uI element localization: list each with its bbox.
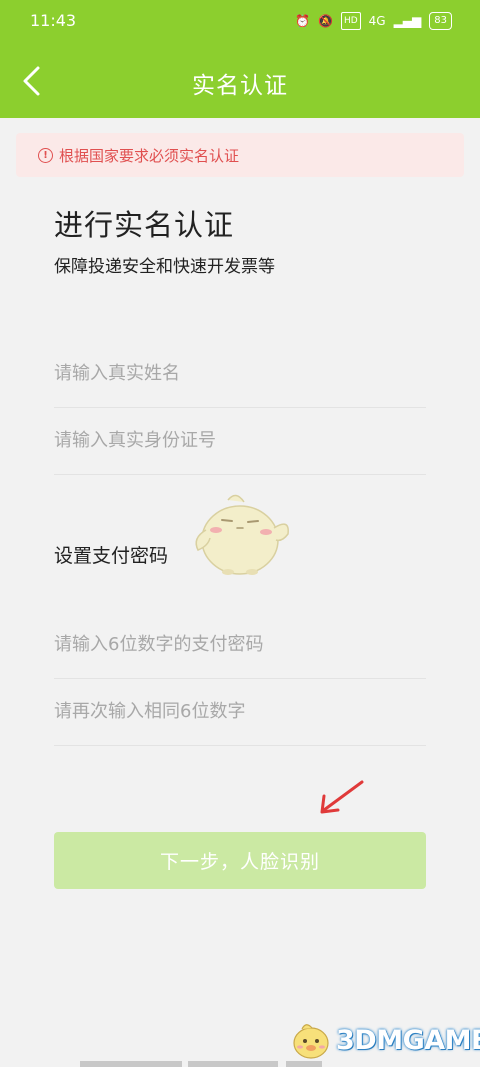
mascot-sticker-icon [188, 488, 294, 584]
payment-password-input[interactable] [54, 611, 426, 678]
battery-icon: 83 [429, 12, 452, 30]
next-face-recognition-button[interactable]: 下一步，人脸识别 [54, 832, 426, 889]
nav-bar-segment-mid [188, 1061, 278, 1067]
payment-password-field[interactable] [54, 611, 426, 679]
red-arrow-annotation-icon [318, 778, 366, 820]
mute-icon: 🔕 [317, 14, 333, 28]
name-field[interactable] [54, 340, 426, 408]
id-number-input[interactable] [54, 407, 426, 474]
status-bar: 11:43 ⏰ 🔕 HD 4G ▂▄▆ 83 [0, 0, 480, 44]
signal-label: 4G [368, 14, 386, 28]
status-icons: ⏰ 🔕 HD 4G ▂▄▆ 83 [295, 12, 452, 30]
hd-badge: HD [340, 12, 361, 30]
watermark-mascot-icon [293, 1024, 329, 1059]
section-subheading: 保障投递安全和快速开发票等 [54, 257, 275, 277]
name-input[interactable] [54, 340, 426, 407]
section-heading: 进行实名认证 [54, 208, 235, 242]
watermark-text: 3DMGAME [336, 1024, 480, 1056]
alert-circle-icon: ! [38, 147, 53, 163]
app-bar: 实名认证 [0, 44, 480, 118]
notice-text: 根据国家要求必须实名认证 [59, 146, 240, 165]
watermark: 3DMGAME [288, 1016, 480, 1064]
confirm-password-field[interactable] [54, 678, 426, 746]
notice-banner: ! 根据国家要求必须实名认证 [16, 133, 464, 177]
signal-bars-icon: ▂▄▆ [393, 14, 422, 28]
nav-bar-segment-left [80, 1061, 182, 1067]
confirm-password-input[interactable] [54, 678, 426, 745]
id-number-field[interactable] [54, 407, 426, 475]
status-time: 11:43 [30, 11, 77, 30]
password-section-title: 设置支付密码 [54, 545, 169, 567]
alarm-icon: ⏰ [295, 14, 310, 28]
page-title: 实名认证 [192, 73, 288, 99]
